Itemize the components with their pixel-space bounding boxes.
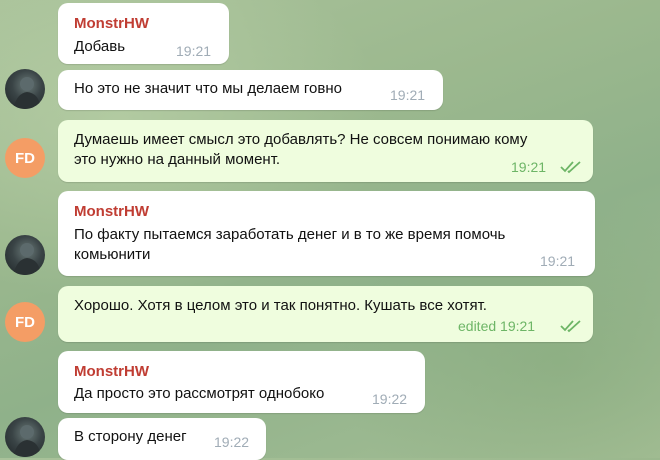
user-photo-icon: [13, 77, 41, 109]
read-check-icon: [560, 320, 581, 333]
read-check-icon: [560, 161, 581, 174]
message-text-line: По факту пытаемся заработать денег и в т…: [74, 226, 506, 243]
user-photo-icon: [13, 425, 41, 457]
sender-name[interactable]: MonstrHW: [74, 15, 149, 32]
message-time: 19:21: [390, 87, 426, 103]
avatar[interactable]: [5, 235, 45, 275]
message-time: edited 19:21: [458, 318, 536, 334]
message-bubble[interactable]: В сторону денег 19:22: [58, 418, 266, 460]
user-photo-icon: [13, 243, 41, 275]
message-bubble[interactable]: Но это не значит что мы делаем говно 19:…: [58, 70, 443, 110]
message-time: 19:21: [511, 159, 547, 175]
message-time: 19:22: [214, 434, 250, 450]
avatar[interactable]: FD: [5, 302, 45, 342]
message-bubble[interactable]: Думаешь имеет смысл это добавлять? Не со…: [58, 120, 593, 182]
message-bubble[interactable]: Хорошо. Хотя в целом это и так понятно. …: [58, 286, 593, 342]
message-text-line: комьюнити: [74, 246, 151, 263]
sender-name[interactable]: MonstrHW: [74, 203, 149, 220]
message-text-line: это нужно на данный момент.: [74, 151, 281, 168]
message-text: Добавь: [74, 38, 126, 55]
message-bubble[interactable]: MonstrHW Да просто это рассмотрят однобо…: [58, 351, 425, 413]
message-bubble[interactable]: MonstrHW Добавь 19:21: [58, 3, 229, 64]
message-time: 19:22: [372, 391, 408, 407]
message-time: 19:21: [176, 43, 212, 59]
message-time: 19:21: [540, 253, 576, 269]
message-text: В сторону денег: [74, 428, 187, 445]
message-text-line: Думаешь имеет смысл это добавлять? Не со…: [74, 131, 528, 148]
message-text: Но это не значит что мы делаем говно: [74, 80, 342, 97]
avatar[interactable]: FD: [5, 138, 45, 178]
avatar[interactable]: [5, 417, 45, 457]
sender-name[interactable]: MonstrHW: [74, 363, 149, 380]
message-bubble[interactable]: MonstrHW По факту пытаемся заработать де…: [58, 191, 595, 276]
message-text: Хорошо. Хотя в целом это и так понятно. …: [74, 297, 487, 314]
avatar[interactable]: [5, 69, 45, 109]
message-text: Да просто это рассмотрят однобоко: [74, 385, 325, 402]
